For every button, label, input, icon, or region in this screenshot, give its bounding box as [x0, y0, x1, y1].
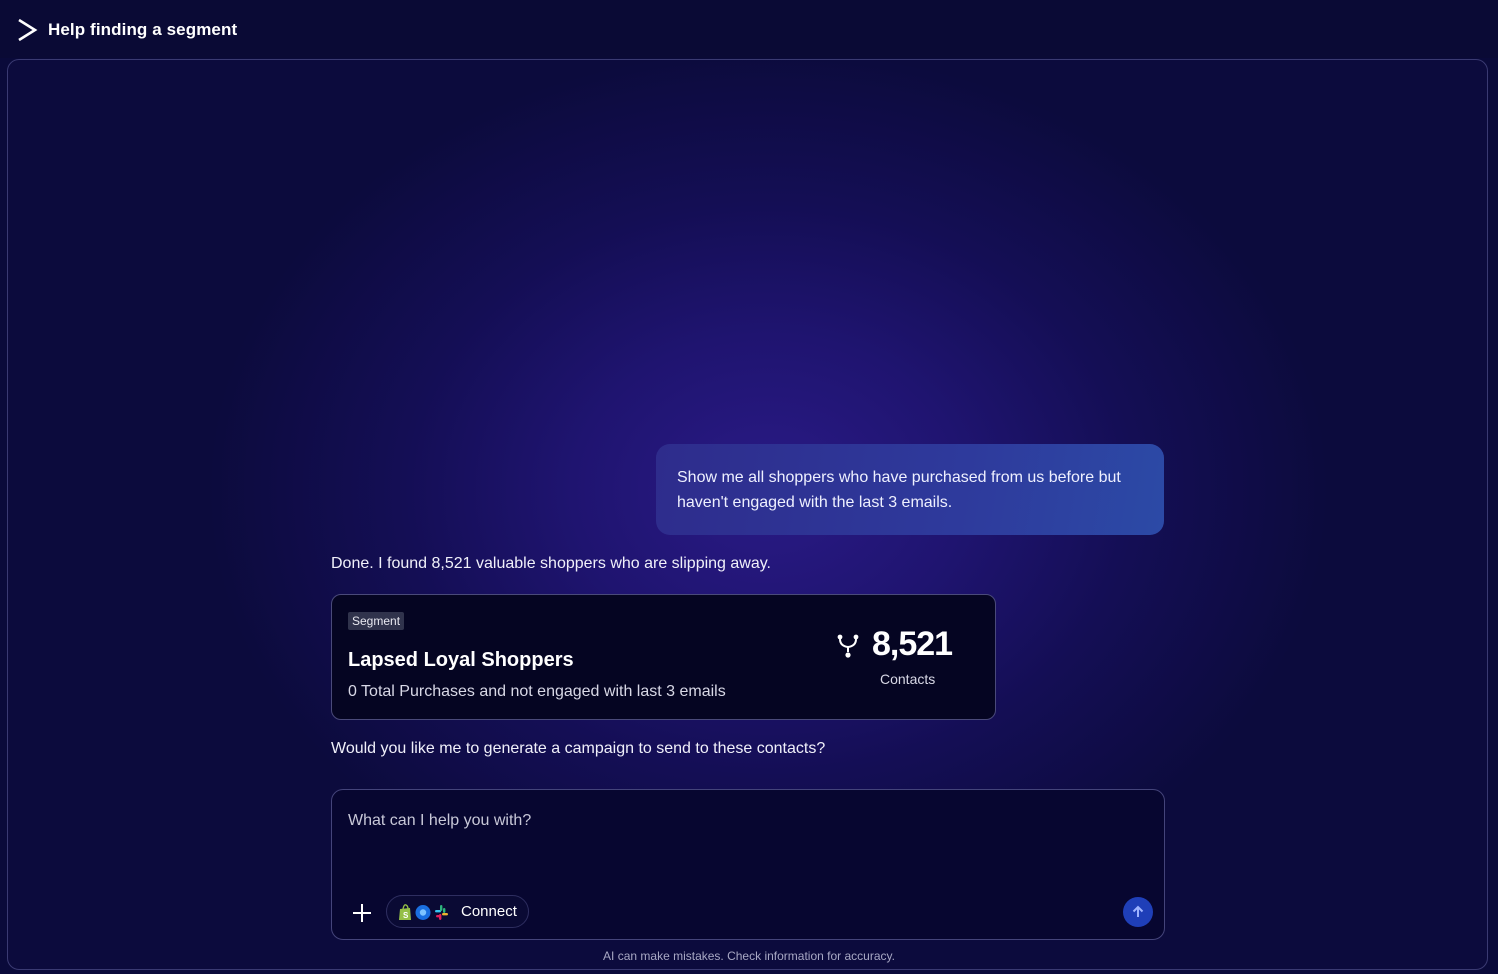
merge-icon — [837, 634, 859, 658]
shopify-icon: S — [399, 904, 411, 920]
ai-disclaimer: AI can make mistakes. Check information … — [603, 949, 895, 963]
segment-badge: Segment — [348, 612, 405, 630]
send-button[interactable] — [1123, 897, 1153, 927]
integration-icons: S — [399, 904, 448, 920]
ai-intro-message: Done. I found 8,521 valuable shoppers wh… — [331, 555, 771, 572]
segment-count-label: Contacts — [880, 671, 936, 687]
segment-card[interactable]: Segment Lapsed Loyal Shoppers 0 Total Pu… — [331, 594, 996, 720]
integration-icon — [415, 905, 431, 920]
ai-followup-message: Would you like me to generate a campaign… — [331, 740, 826, 757]
page-title: Help finding a segment — [48, 20, 238, 39]
slack-icon — [435, 905, 448, 920]
segment-contact-count: 8,521 — [872, 625, 953, 663]
plus-icon[interactable] — [350, 901, 374, 925]
chevron-logo-icon — [18, 18, 38, 42]
connect-button[interactable]: S Connect — [386, 895, 529, 928]
message-input[interactable] — [348, 806, 1138, 836]
arrow-up-icon — [1132, 905, 1144, 917]
svg-text:S: S — [403, 911, 409, 920]
user-message-bubble: Show me all shoppers who have purchased … — [656, 444, 1164, 535]
segment-description: 0 Total Purchases and not engaged with l… — [348, 683, 726, 700]
segment-name: Lapsed Loyal Shoppers — [348, 649, 574, 671]
connect-label: Connect — [461, 903, 517, 920]
message-composer: S Connect — [331, 789, 1165, 940]
top-bar: Help finding a segment — [0, 0, 1498, 58]
